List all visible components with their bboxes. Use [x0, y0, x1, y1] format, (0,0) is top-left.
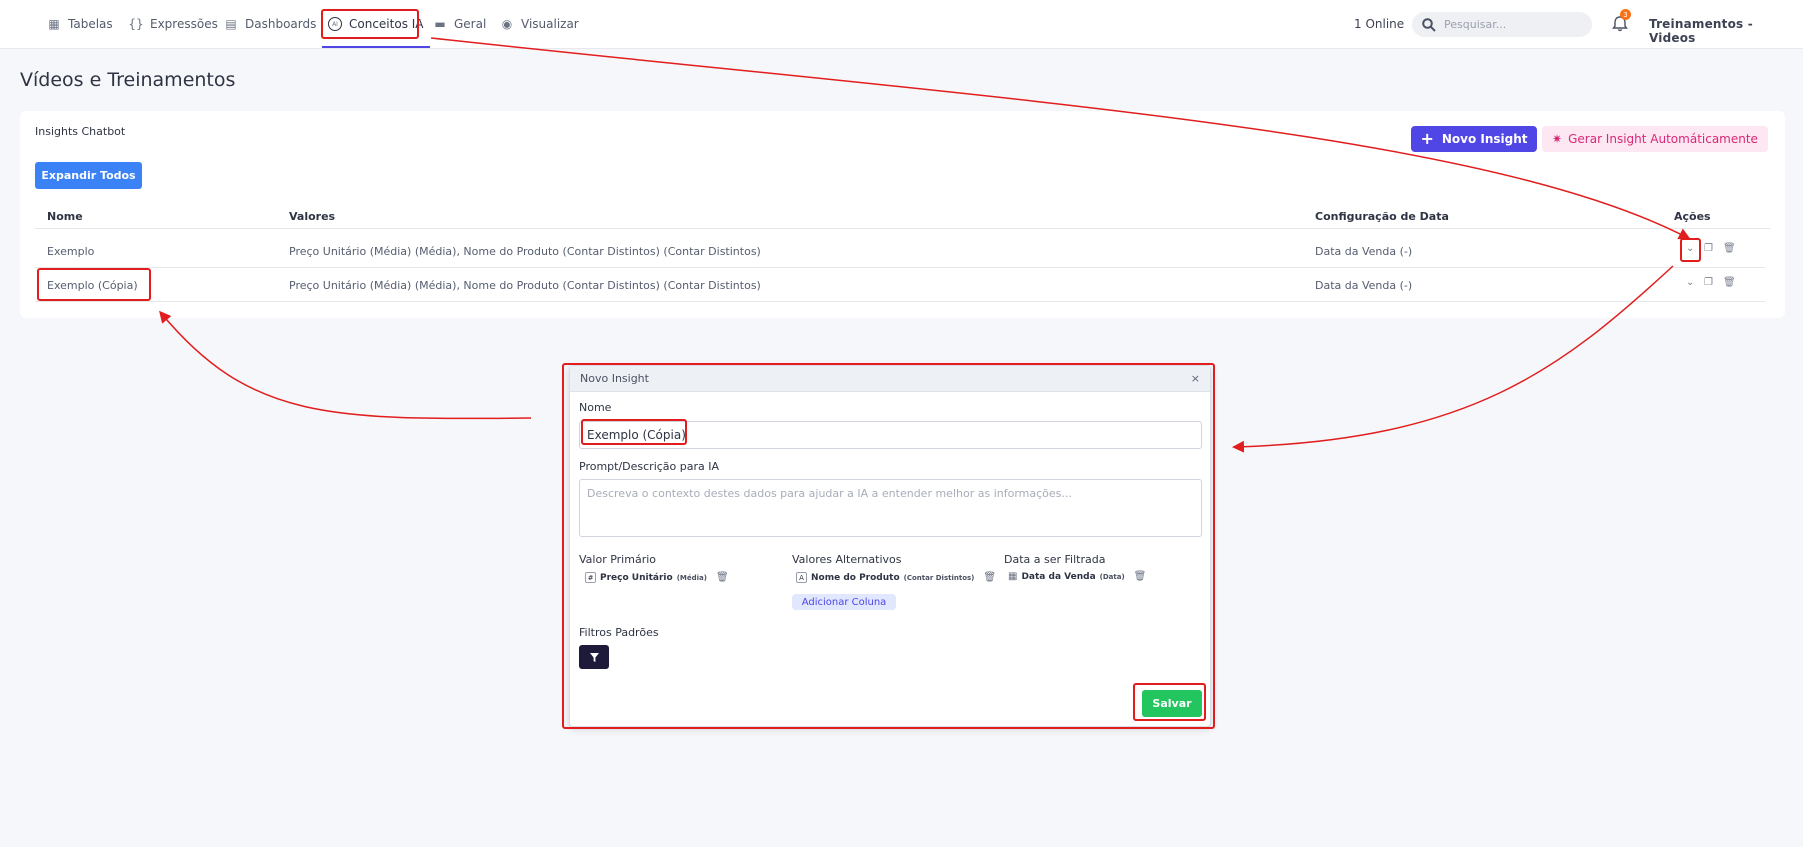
primary-value-agg: (Média)	[676, 573, 707, 582]
notification-badge: 3	[1620, 9, 1631, 20]
row-name: Exemplo (Cópia)	[47, 279, 138, 292]
column-header-config-data: Configuração de Data	[1315, 210, 1449, 223]
table-header: Nome Valores Configuração de Data Ações	[35, 202, 1770, 229]
plus-icon: +	[1420, 129, 1434, 148]
name-input[interactable]	[579, 421, 1202, 449]
row-date-config: Data da Venda (-)	[1315, 279, 1413, 292]
primary-value-label: Valor Primário	[579, 553, 656, 566]
dashboard-icon: ▤	[225, 17, 237, 31]
search-icon	[1422, 17, 1436, 32]
search-input[interactable]	[1444, 18, 1574, 31]
chevron-down-icon[interactable]: ⌄	[1686, 277, 1694, 288]
add-column-button[interactable]: Adicionar Coluna	[792, 594, 896, 610]
auto-insight-button[interactable]: ✷ Gerar Insight Automáticamente	[1542, 126, 1768, 152]
nav-tab-expressoes[interactable]: {} Expressões	[128, 0, 217, 48]
trash-icon[interactable]: 🗑	[983, 572, 996, 583]
ai-icon: AI	[328, 17, 342, 31]
expand-all-button[interactable]: Expandir Todos	[35, 162, 142, 189]
date-filter-name: Data da Venda	[1021, 571, 1096, 582]
row-values: Preço Unitário (Média) (Média), Nome do …	[289, 279, 761, 292]
filter-icon	[589, 652, 599, 662]
nav-tab-tabelas[interactable]: ▦ Tabelas	[47, 0, 112, 48]
user-workspace[interactable]: Treinamentos - Videos	[1649, 17, 1803, 45]
new-insight-button[interactable]: + Novo Insight	[1411, 126, 1537, 152]
column-header-valores: Valores	[289, 210, 336, 223]
prompt-textarea[interactable]	[579, 479, 1202, 537]
trash-icon[interactable]: 🗑	[1723, 243, 1736, 254]
primary-value-name: Preço Unitário	[600, 572, 673, 583]
close-icon[interactable]: ×	[1191, 372, 1200, 385]
row-date-config: Data da Venda (-)	[1315, 245, 1413, 258]
copy-icon[interactable]: ❐	[1704, 243, 1713, 254]
eye-icon: ◉	[501, 17, 513, 31]
top-nav: ▦ Tabelas {} Expressões ▤ Dashboards AI …	[0, 0, 1803, 49]
modal-header: Novo Insight ×	[570, 366, 1210, 392]
search-box[interactable]	[1412, 12, 1592, 37]
trash-icon[interactable]: 🗑	[716, 572, 729, 583]
name-label: Nome	[579, 401, 612, 414]
page-title: Vídeos e Treinamentos	[20, 69, 236, 91]
modal-title: Novo Insight	[580, 372, 649, 385]
prompt-label: Prompt/Descrição para IA	[579, 460, 720, 473]
column-header-nome: Nome	[47, 210, 83, 223]
chevron-down-icon[interactable]: ⌄	[1686, 243, 1694, 254]
alt-values-label: Valores Alternativos	[792, 553, 902, 566]
arrow-modal-to-row	[159, 310, 532, 420]
nav-tab-geral[interactable]: ▬ Geral	[433, 0, 486, 48]
default-filters-label: Filtros Padrões	[579, 626, 659, 639]
alt-value-agg: (Contar Distintos)	[903, 573, 975, 582]
window-icon: ▬	[434, 17, 446, 31]
nav-tab-dashboards[interactable]: ▤ Dashboards	[224, 0, 316, 48]
table-row: Exemplo (Cópia) Preço Unitário (Média) (…	[35, 268, 1765, 302]
trash-icon[interactable]: 🗑	[1134, 571, 1147, 582]
primary-value-chip: # Preço Unitário (Média) 🗑	[585, 572, 729, 583]
table-row: Exemplo Preço Unitário (Média) (Média), …	[35, 234, 1765, 268]
card-label: Insights Chatbot	[35, 125, 126, 138]
alt-value-name: Nome do Produto	[811, 572, 900, 583]
trash-icon[interactable]: 🗑	[1723, 277, 1736, 288]
table-icon: ▦	[48, 17, 60, 31]
save-button[interactable]: Salvar	[1142, 690, 1202, 717]
nav-tab-conceitos-ia[interactable]: AI Conceitos IA	[322, 0, 430, 48]
date-filter-label: Data a ser Filtrada	[1004, 553, 1106, 566]
copy-icon[interactable]: ❐	[1704, 277, 1713, 288]
row-name: Exemplo	[47, 245, 95, 258]
number-type-icon: #	[585, 572, 596, 583]
online-count: 1 Online	[1354, 17, 1405, 31]
alt-value-chip: A Nome do Produto (Contar Distintos) 🗑	[796, 572, 996, 583]
date-filter-chip: ▦ Data da Venda (Data) 🗑	[1008, 571, 1146, 582]
nav-tab-visualizar[interactable]: ◉ Visualizar	[500, 0, 579, 48]
filter-button[interactable]	[579, 645, 609, 669]
column-header-acoes: Ações	[1674, 210, 1711, 223]
calendar-icon: ▦	[1008, 571, 1018, 582]
insights-card: Insights Chatbot + Novo Insight ✷ Gerar …	[20, 111, 1785, 318]
braces-icon: {}	[128, 17, 144, 31]
new-insight-modal: Novo Insight × Nome Prompt/Descrição par…	[569, 365, 1211, 727]
date-filter-agg: (Data)	[1099, 572, 1125, 581]
text-type-icon: A	[796, 572, 807, 583]
sparkle-icon: ✷	[1552, 132, 1563, 146]
row-values: Preço Unitário (Média) (Média), Nome do …	[289, 245, 761, 258]
